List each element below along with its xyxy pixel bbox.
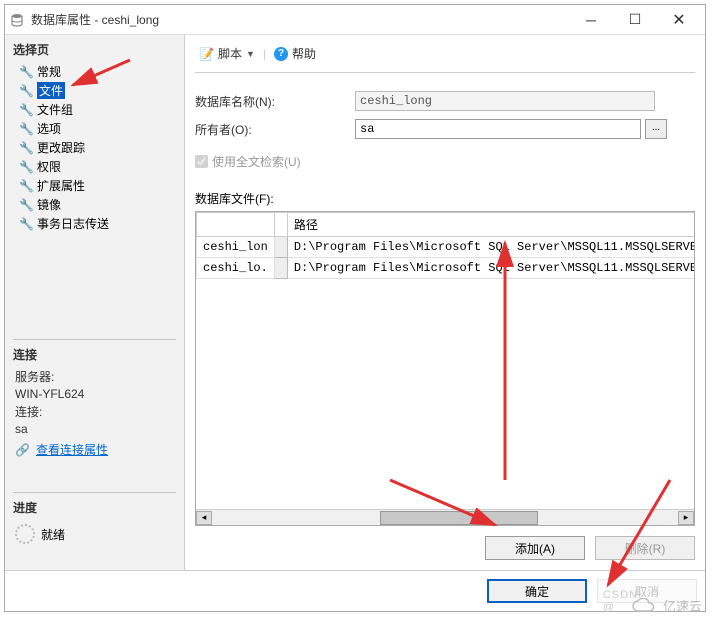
wrench-icon: 🔧 [19,65,33,79]
script-icon: 📝 [199,47,214,61]
add-button[interactable]: 添加(A) [485,536,585,560]
db-name-input [355,91,655,111]
scroll-left-arrow[interactable]: ◂ [196,511,212,525]
main-panel: 📝 脚本 ▼ | ? 帮助 数据库名称(N): 所有者(O): ... [185,35,705,570]
scroll-right-arrow[interactable]: ▸ [678,511,694,525]
owner-label: 所有者(O): [195,121,355,138]
progress-spinner-icon [15,524,35,544]
sidebar-item-mirroring[interactable]: 🔧镜像 [5,195,184,214]
ok-button[interactable]: 确定 [487,579,587,603]
server-value: WIN-YFL624 [5,386,184,402]
sidebar-item-changetracking[interactable]: 🔧更改跟踪 [5,138,184,157]
maximize-button[interactable]: ☐ [613,6,657,34]
sidebar-item-filegroups[interactable]: 🔧文件组 [5,100,184,119]
wrench-icon: 🔧 [19,141,33,155]
scroll-thumb[interactable] [380,511,538,525]
sidebar-item-extprops[interactable]: 🔧扩展属性 [5,176,184,195]
files-label: 数据库文件(F): [195,190,695,207]
content-area: 选择页 🔧常规 🔧文件 🔧文件组 🔧选项 🔧更改跟踪 🔧权限 🔧扩展属性 🔧镜像… [5,35,705,570]
owner-input[interactable] [355,119,641,139]
footer: 确定 取消 [5,570,705,611]
wrench-icon: 🔧 [19,179,33,193]
col-path[interactable]: 路径 [287,213,695,237]
view-connection-props[interactable]: 🔗 查看连接属性 [5,437,184,462]
remove-button: 删除(R) [595,536,695,560]
fulltext-label: 使用全文检索(U) [212,153,301,170]
files-grid[interactable]: 路径 ceshi_lon D:\Program Files\Microsoft … [195,211,695,526]
minimize-button[interactable]: ─ [569,6,613,34]
sidebar-item-permissions[interactable]: 🔧权限 [5,157,184,176]
server-label: 服务器: [5,367,184,386]
connection-value: sa [5,421,184,437]
table-row: ceshi_lon D:\Program Files\Microsoft SQL… [197,237,696,258]
db-icon [9,12,25,28]
row-browse-button[interactable] [274,258,287,279]
window-frame: 数据库属性 - ceshi_long ─ ☐ ✕ 选择页 🔧常规 🔧文件 🔧文件… [4,4,706,612]
chevron-down-icon: ▼ [246,49,255,59]
toolbar: 📝 脚本 ▼ | ? 帮助 [195,41,695,73]
wrench-icon: 🔧 [19,217,33,231]
cloud-icon [631,598,657,614]
help-icon: ? [274,47,288,61]
owner-browse-button[interactable]: ... [645,119,667,139]
titlebar[interactable]: 数据库属性 - ceshi_long ─ ☐ ✕ [5,5,705,35]
connection-icon: 🔗 [15,443,30,457]
sidebar-item-general[interactable]: 🔧常规 [5,62,184,81]
script-button[interactable]: 📝 脚本 ▼ [195,43,259,64]
table-row: ceshi_lo. D:\Program Files\Microsoft SQL… [197,258,696,279]
watermark: CSDN @ 亿速云 [631,596,702,615]
db-name-label: 数据库名称(N): [195,93,355,110]
fulltext-checkbox [195,155,208,168]
close-button[interactable]: ✕ [657,6,701,34]
connection-header: 连接 [5,342,184,367]
wrench-icon: 🔧 [19,160,33,174]
progress-header: 进度 [5,495,184,520]
sidebar-item-options[interactable]: 🔧选项 [5,119,184,138]
wrench-icon: 🔧 [19,122,33,136]
connection-label: 连接: [5,402,184,421]
wrench-icon: 🔧 [19,103,33,117]
horizontal-scrollbar[interactable]: ◂ ▸ [196,509,694,525]
select-page-header: 选择页 [5,37,184,62]
progress-status: 就绪 [5,520,184,548]
window-title: 数据库属性 - ceshi_long [31,11,569,28]
sidebar-item-logshipping[interactable]: 🔧事务日志传送 [5,214,184,233]
wrench-icon: 🔧 [19,198,33,212]
sidebar-item-files[interactable]: 🔧文件 [5,81,184,100]
wrench-icon: 🔧 [19,84,33,98]
sidebar: 选择页 🔧常规 🔧文件 🔧文件组 🔧选项 🔧更改跟踪 🔧权限 🔧扩展属性 🔧镜像… [5,35,185,570]
help-button[interactable]: ? 帮助 [270,43,320,64]
row-browse-button[interactable] [274,237,287,258]
